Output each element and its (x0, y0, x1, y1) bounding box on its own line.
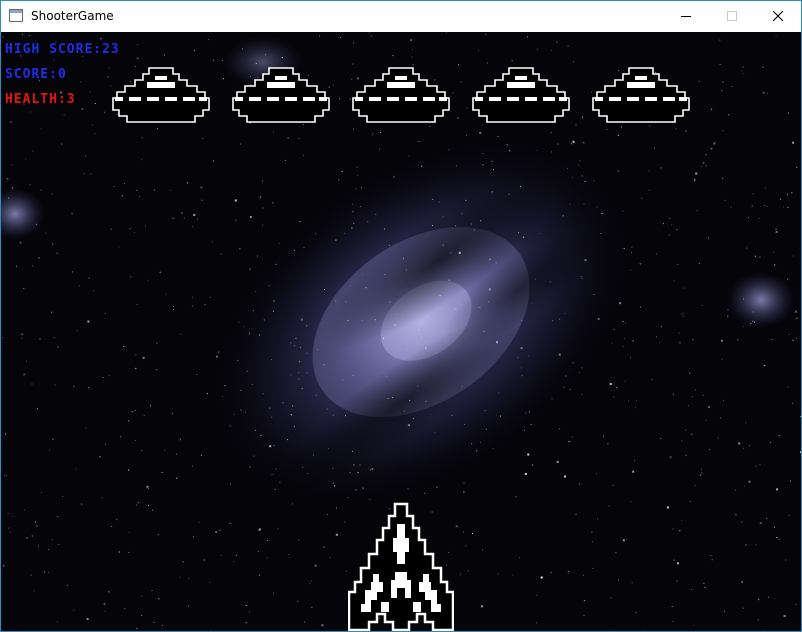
title-bar[interactable]: ShooterGame (1, 1, 801, 31)
ufo-icon (232, 67, 330, 123)
enemy-ufo-2 (231, 66, 331, 124)
ufo-icon (472, 67, 570, 123)
player-spaceship-icon (347, 502, 455, 631)
window-title: ShooterGame (31, 9, 114, 23)
ufo-icon (112, 67, 210, 123)
high-score-label: HIGH SCORE:23 (5, 42, 120, 57)
ufo-icon (352, 67, 450, 123)
enemy-ufo-5 (591, 66, 691, 124)
minimize-button[interactable] (663, 1, 709, 31)
minimize-icon (681, 11, 691, 21)
enemy-ufo-1 (111, 66, 211, 124)
maximize-icon (727, 11, 737, 21)
maximize-button[interactable] (709, 1, 755, 31)
close-button[interactable] (755, 1, 801, 31)
score-label: SCORE:0 (5, 67, 67, 82)
close-icon (773, 11, 783, 21)
enemy-ufo-3 (351, 66, 451, 124)
ufo-icon (592, 67, 690, 123)
enemy-ufo-4 (471, 66, 571, 124)
nebula-glow-right (727, 272, 795, 328)
player-ship[interactable] (347, 502, 455, 631)
game-canvas[interactable]: HIGH SCORE:23 SCORE:0 HEALTH:3 (1, 32, 801, 631)
window-app-icon (9, 9, 23, 22)
health-label: HEALTH:3 (5, 92, 76, 107)
game-window: ShooterGame HIGH SCORE:23 SCORE:0 HEALTH… (0, 0, 802, 632)
